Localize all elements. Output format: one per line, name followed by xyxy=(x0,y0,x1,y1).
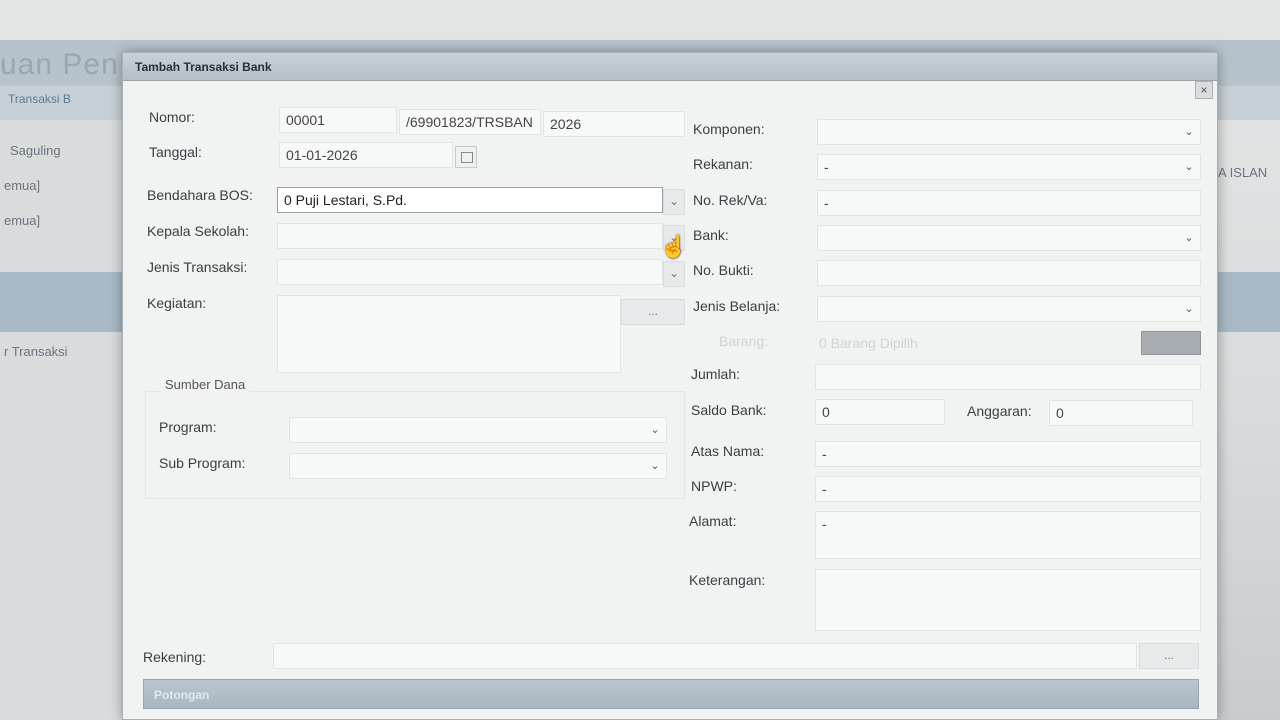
bendahara-value: 0 Puji Lestari, S.Pd. xyxy=(284,192,407,208)
chevron-down-icon: ⌄ xyxy=(1184,161,1194,173)
program-select[interactable]: ⌄ xyxy=(289,417,667,443)
npwp-field[interactable]: - xyxy=(815,476,1201,502)
bank-label: Bank: xyxy=(693,227,729,243)
rekening-browse-button[interactable]: ... xyxy=(1139,643,1199,669)
background-right-label: A ISLAN xyxy=(1218,165,1268,180)
rekening-field[interactable] xyxy=(273,643,1137,669)
atas-nama-field[interactable]: - xyxy=(815,441,1201,467)
nomor-field-3[interactable]: 2026 xyxy=(543,111,685,137)
tanggal-field[interactable]: 01-01-2026 xyxy=(279,142,453,168)
chevron-down-icon: ⌄ xyxy=(650,424,660,436)
bendahara-label: Bendahara BOS: xyxy=(147,187,253,203)
keterangan-field[interactable] xyxy=(815,569,1201,631)
rekening-label: Rekening: xyxy=(143,649,207,665)
chevron-down-icon: ⌄ xyxy=(650,460,660,472)
no-rek-label: No. Rek/Va: xyxy=(693,192,768,208)
sumber-dana-group xyxy=(145,391,685,499)
potongan-section-header: Potongan xyxy=(143,679,1199,709)
atas-nama-label: Atas Nama: xyxy=(691,443,765,459)
chevron-down-icon: ⌄ xyxy=(668,266,680,280)
chevron-down-icon: ⌄ xyxy=(1184,232,1194,244)
saldo-bank-label: Saldo Bank: xyxy=(691,402,767,418)
close-button[interactable]: × xyxy=(1195,81,1213,99)
program-label: Program: xyxy=(159,419,217,435)
jenis-belanja-select[interactable]: ⌄ xyxy=(817,296,1201,322)
dialog-title: Tambah Transaksi Bank xyxy=(135,60,272,74)
no-rek-field[interactable]: - xyxy=(817,190,1201,216)
chevron-down-icon: ⌄ xyxy=(1184,126,1194,138)
background-app-title: uan Pen xyxy=(0,48,119,81)
sumber-dana-title: Sumber Dana xyxy=(161,377,250,392)
background-sidebar-item[interactable]: Saguling xyxy=(10,143,61,158)
npwp-label: NPWP: xyxy=(691,478,737,494)
nomor-field-2[interactable]: /69901823/TRSBAN xyxy=(399,109,541,135)
jumlah-field[interactable] xyxy=(815,364,1201,390)
bank-select[interactable]: ⌄ xyxy=(817,225,1201,251)
barang-label: Barang: xyxy=(719,333,769,349)
tanggal-label: Tanggal: xyxy=(149,144,202,160)
chevron-down-icon: ⌄ xyxy=(1184,303,1194,315)
nomor-field-1[interactable]: 00001 xyxy=(279,107,397,133)
dialog-titlebar[interactable]: Tambah Transaksi Bank xyxy=(123,53,1217,81)
rekanan-label: Rekanan: xyxy=(693,156,753,172)
kegiatan-label: Kegiatan: xyxy=(147,295,207,311)
bendahara-select[interactable]: 0 Puji Lestari, S.Pd. xyxy=(277,187,663,213)
background-tab[interactable]: Transaksi B xyxy=(8,92,71,106)
kegiatan-browse-button[interactable]: ... xyxy=(621,299,685,325)
sub-program-label: Sub Program: xyxy=(159,455,246,471)
background-row-label: r Transaksi xyxy=(4,344,68,359)
rekanan-select[interactable]: - ⌄ xyxy=(817,154,1201,180)
tambah-transaksi-dialog: Tambah Transaksi Bank × Nomor: 00001 /69… xyxy=(122,52,1218,720)
potongan-title: Potongan xyxy=(154,688,210,702)
close-icon: × xyxy=(1200,83,1208,97)
bendahara-dropdown-button[interactable]: ⌄ xyxy=(663,189,685,215)
alamat-label: Alamat: xyxy=(689,513,737,529)
anggaran-label: Anggaran: xyxy=(967,403,1032,419)
rekanan-value: - xyxy=(824,159,829,175)
jenis-transaksi-select[interactable] xyxy=(277,259,663,285)
calendar-icon[interactable] xyxy=(455,146,477,168)
barang-value: 0 Barang Dipilih xyxy=(819,335,918,351)
hand-cursor-icon: ☝ xyxy=(660,234,688,259)
saldo-bank-field[interactable]: 0 xyxy=(815,399,945,425)
kepala-sekolah-select[interactable] xyxy=(277,223,663,249)
anggaran-field[interactable]: 0 xyxy=(1049,400,1193,426)
background-sidebar-item[interactable]: emua] xyxy=(4,213,40,228)
keterangan-label: Keterangan: xyxy=(689,572,766,588)
jumlah-label: Jumlah: xyxy=(691,366,741,382)
background-sidebar-item[interactable]: emua] xyxy=(4,178,40,193)
komponen-select[interactable]: ⌄ xyxy=(817,119,1201,145)
no-bukti-field[interactable] xyxy=(817,260,1201,286)
nomor-label: Nomor: xyxy=(149,109,195,125)
sub-program-select[interactable]: ⌄ xyxy=(289,453,667,479)
pilih-barang-button[interactable] xyxy=(1141,331,1201,355)
jenis-transaksi-label: Jenis Transaksi: xyxy=(147,259,248,275)
background-sidebar xyxy=(0,120,130,720)
jenis-transaksi-dropdown-button[interactable]: ⌄ xyxy=(663,261,685,287)
alamat-field[interactable]: - xyxy=(815,511,1201,559)
kepala-sekolah-label: Kepala Sekolah: xyxy=(147,223,249,239)
jenis-belanja-label: Jenis Belanja: xyxy=(693,298,781,314)
chevron-down-icon: ⌄ xyxy=(668,194,680,208)
komponen-label: Komponen: xyxy=(693,121,765,137)
kegiatan-field[interactable] xyxy=(277,295,621,373)
no-bukti-label: No. Bukti: xyxy=(693,262,754,278)
